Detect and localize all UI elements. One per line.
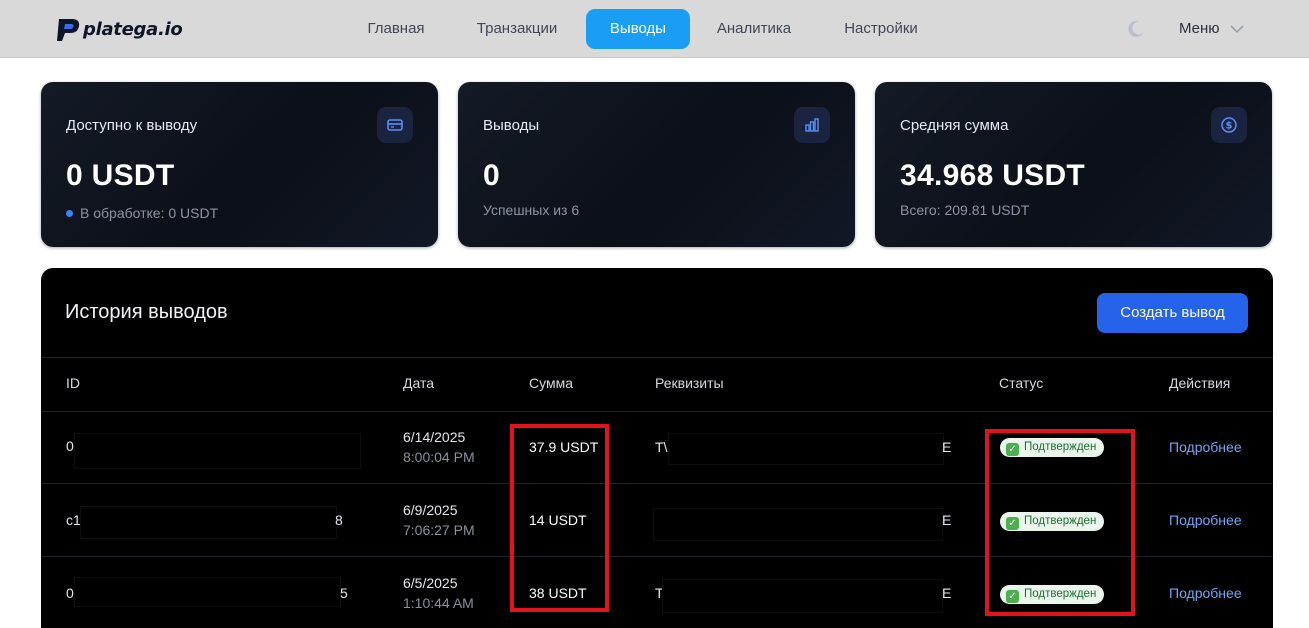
details-link[interactable]: Подробнее (1169, 585, 1242, 601)
redacted-block (74, 433, 361, 469)
column-header-details: Реквизиты (655, 375, 724, 391)
redacted-block (74, 577, 341, 607)
amount-highlight-box (510, 424, 609, 612)
nav-item-analytics[interactable]: Аналитика (706, 9, 802, 49)
redacted-block (653, 508, 943, 541)
row-time: 8:00:04 PM (403, 449, 475, 465)
details-link[interactable]: Подробнее (1169, 439, 1242, 455)
stat-title: Выводы (483, 117, 540, 134)
column-header-date: Дата (403, 375, 435, 391)
stat-title: Средняя сумма (900, 117, 1009, 134)
nav-item-settings[interactable]: Настройки (832, 9, 930, 49)
menu-button[interactable]: Меню (1179, 19, 1220, 39)
panel-title: История выводов (65, 301, 228, 323)
stat-subtitle: Успешных из 6 (483, 202, 580, 218)
svg-text:$: $ (1226, 121, 1233, 132)
nav-item-transactions[interactable]: Транзакции (466, 9, 568, 49)
stat-card-withdrawals: Выводы 0 Успешных из 6 (458, 82, 855, 247)
row-id-start: c1 (66, 512, 81, 528)
status-highlight-box (985, 429, 1135, 616)
chevron-down-icon[interactable] (1229, 22, 1245, 36)
stat-card-average: Средняя сумма $ 34.968 USDT Всего: 209.8… (875, 82, 1272, 247)
details-link[interactable]: Подробнее (1169, 512, 1242, 528)
row-time: 1:10:44 AM (403, 595, 474, 611)
column-header-status: Статус (999, 375, 1044, 391)
nav-item-withdrawals[interactable]: Выводы (586, 9, 690, 49)
stat-subtitle-text: В обработке: 0 USDT (80, 205, 219, 221)
column-header-id: ID (66, 375, 80, 391)
row-details-end: E (942, 512, 952, 528)
stat-subtitle: В обработке: 0 USDT (66, 205, 218, 221)
stat-value: 34.968 USDT (900, 159, 1086, 192)
bar-chart-icon (794, 107, 830, 143)
dollar-circle-icon: $ (1211, 107, 1247, 143)
row-id-start: 0 (66, 438, 74, 454)
stat-value: 0 USDT (66, 159, 175, 192)
column-header-actions: Действия (1169, 375, 1231, 391)
credit-card-icon (377, 107, 413, 143)
row-date: 6/14/2025 (403, 429, 466, 445)
row-id-start: 0 (66, 585, 74, 601)
stat-title: Доступно к выводу (66, 117, 198, 134)
stat-subtitle: Всего: 209.81 USDT (900, 202, 1030, 218)
redacted-block (662, 579, 943, 613)
top-navigation-bar: platega.io Главная Транзакции Выводы Ана… (0, 0, 1309, 58)
moon-icon[interactable] (1126, 19, 1146, 39)
table-header: ID Дата Сумма Реквизиты Статус Действия (41, 357, 1273, 412)
redacted-block (668, 433, 944, 465)
row-details-end: E (942, 439, 952, 455)
row-id-end: 8 (335, 512, 343, 528)
main-nav: Главная Транзакции Выводы Аналитика Наст… (0, 9, 1309, 49)
row-details-start: T\ (655, 439, 668, 455)
row-details-end: E (942, 585, 952, 601)
row-date: 6/5/2025 (403, 575, 458, 591)
nav-item-home[interactable]: Главная (356, 9, 436, 49)
row-id-end: 5 (340, 585, 348, 601)
stat-card-available: Доступно к выводу 0 USDT В обработке: 0 … (41, 82, 438, 247)
status-dot (66, 209, 73, 217)
row-date: 6/9/2025 (403, 502, 458, 518)
stat-value: 0 (483, 159, 500, 192)
redacted-block (80, 506, 337, 539)
row-time: 7:06:27 PM (403, 522, 475, 538)
column-header-amount: Сумма (529, 375, 573, 391)
create-withdrawal-button[interactable]: Создать вывод (1097, 293, 1248, 333)
